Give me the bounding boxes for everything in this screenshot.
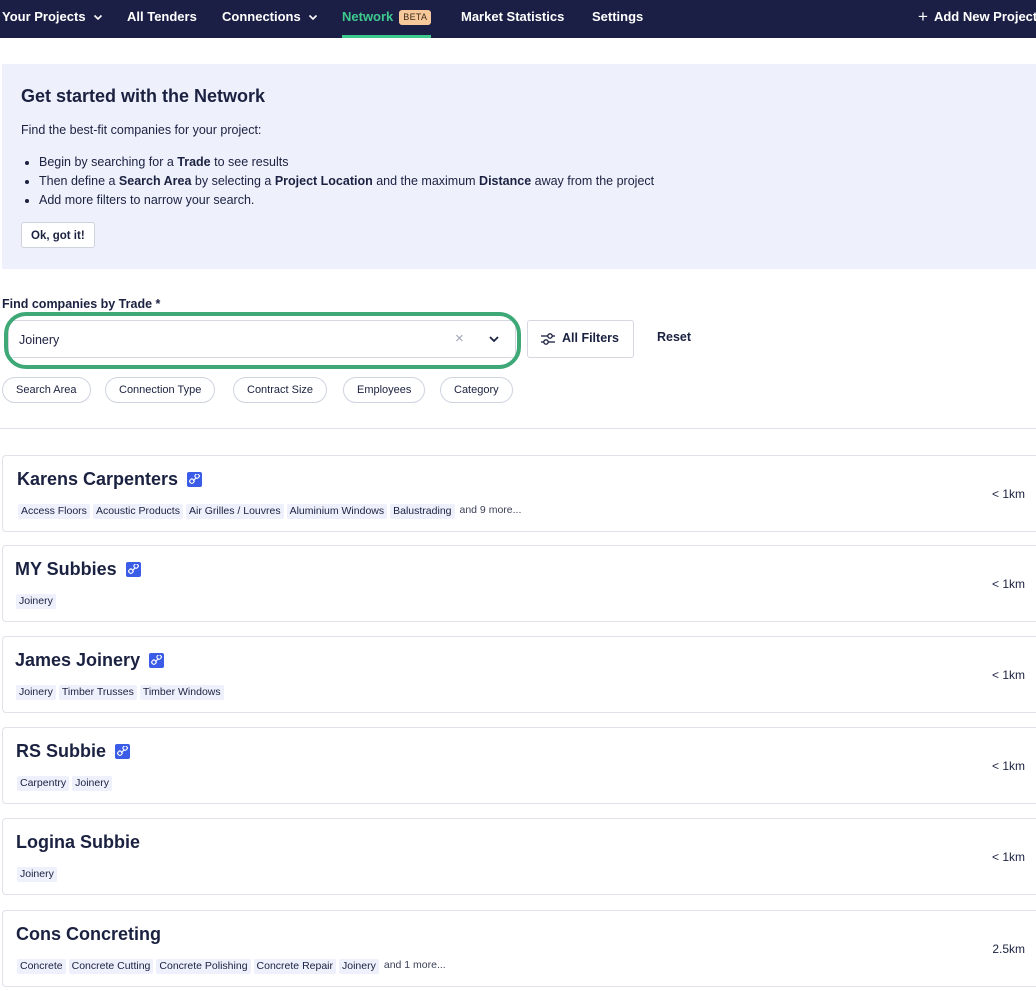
trade-tag: Joinery (72, 776, 112, 791)
result-card[interactable]: Karens Carpenters Access Floors Acoustic P… (2, 455, 1036, 532)
distance: < 1km (991, 487, 1025, 501)
trade-tag: Concrete (17, 959, 66, 974)
result-card[interactable]: Logina Subbie Joinery < 1km (2, 818, 1036, 895)
distance: < 1km (991, 759, 1025, 773)
trade-tags: Joinery (16, 594, 59, 609)
all-filters-label: All Filters (562, 331, 619, 345)
trade-tag: Air Grilles / Louvres (185, 504, 284, 519)
trade-search-label: Find companies by Trade * (2, 297, 161, 311)
getting-started-panel: Get started with the Network Find the be… (2, 64, 1036, 269)
filter-chip-category[interactable]: Category (440, 377, 513, 403)
panel-title: Get started with the Network (21, 86, 266, 106)
trade-tags: Access Floors Acoustic Products Air Grille… (18, 504, 521, 519)
connected-link-icon (187, 472, 202, 487)
nav-your-projects-label: Your Projects (2, 9, 86, 24)
company-name[interactable]: MY Subbies (15, 559, 117, 580)
trade-tag: Concrete Repair (253, 959, 336, 974)
connected-link-icon (126, 562, 141, 577)
filter-chip-connection-type[interactable]: Connection Type (105, 377, 216, 403)
company-name[interactable]: RS Subbie (16, 741, 106, 762)
trade-tags: Joinery (17, 867, 60, 882)
panel-steps: Begin by searching for a Trade to see re… (21, 153, 654, 210)
company-name[interactable]: James Joinery (15, 650, 140, 671)
company-name[interactable]: Logina Subbie (16, 832, 140, 853)
trade-tag: Timber Trusses (58, 685, 137, 700)
trade-tags: Joinery Timber Trusses Timber Windows (16, 685, 227, 700)
top-nav: Your Projects All Tenders Connections Ne… (0, 0, 1036, 38)
nav-connections[interactable]: Connections (222, 0, 318, 35)
divider (0, 428, 1036, 429)
chevron-down-icon[interactable] (488, 333, 500, 345)
chevron-down-icon (309, 14, 318, 21)
nav-market-statistics[interactable]: Market Statistics (461, 0, 564, 35)
add-new-project-label: Add New Project (933, 9, 1036, 24)
connected-link-icon (115, 744, 130, 759)
reset-button[interactable]: Reset (657, 330, 691, 344)
distance: < 1km (991, 850, 1025, 864)
trade-tag: Joinery (16, 594, 56, 609)
distance: < 1km (991, 668, 1025, 682)
sliders-icon (541, 333, 555, 345)
trade-select[interactable]: × (8, 320, 516, 358)
distance: 2.5km (992, 942, 1025, 956)
filter-chip-contract-size[interactable]: Contract Size (233, 377, 328, 403)
trade-tag: Concrete Polishing (156, 959, 251, 974)
result-card[interactable]: James Joinery Joinery Timber Trusses Timber… (2, 636, 1036, 713)
nav-your-projects[interactable]: Your Projects (2, 0, 103, 35)
step-1: Begin by searching for a Trade to see re… (39, 153, 654, 172)
trade-tag: Joinery (17, 867, 57, 882)
trade-tags: Concrete Concrete Cutting Concrete Polishi… (17, 959, 446, 974)
trade-tag: Concrete Cutting (68, 959, 154, 974)
trade-tags: Carpentry Joinery (17, 776, 115, 791)
result-card[interactable]: Cons Concreting Concrete Concrete Cutting C… (2, 910, 1036, 987)
beta-badge: BETA (399, 10, 432, 25)
company-name[interactable]: Cons Concreting (16, 924, 161, 945)
trade-tag: Joinery (16, 685, 56, 700)
connected-link-icon (149, 653, 164, 668)
panel-lead: Find the best-fit companies for your pro… (21, 123, 262, 137)
filter-chip-employees[interactable]: Employees (343, 377, 426, 403)
plus-icon: + (918, 7, 928, 26)
nav-network[interactable]: Network BETA (342, 0, 432, 38)
result-card[interactable]: MY Subbies Joinery < 1km (2, 545, 1036, 622)
trade-tag: Balustrading (390, 504, 455, 519)
nav-settings[interactable]: Settings (592, 0, 643, 35)
trade-tag: Carpentry (17, 776, 70, 791)
trade-tag: Joinery (339, 959, 379, 974)
result-card[interactable]: RS Subbie Carpentry Joinery < 1km (2, 727, 1036, 804)
clear-icon[interactable]: × (455, 330, 464, 348)
nav-network-label: Network (342, 9, 394, 24)
all-filters-button[interactable]: All Filters (527, 320, 634, 358)
trade-tag: Aluminium Windows (286, 504, 388, 519)
chevron-down-icon (94, 14, 103, 21)
more-tags-link[interactable]: and 9 more... (460, 504, 522, 516)
trade-tag: Timber Windows (139, 685, 224, 700)
more-tags-link[interactable]: and 1 more... (384, 959, 446, 971)
trade-tag: Acoustic Products (92, 504, 183, 519)
nav-all-tenders[interactable]: All Tenders (127, 0, 197, 35)
add-new-project-button[interactable]: + Add New Project (918, 0, 1036, 35)
step-2: Then define a Search Area by selecting a… (39, 172, 654, 191)
company-name[interactable]: Karens Carpenters (17, 469, 178, 490)
step-3: Add more filters to narrow your search. (39, 191, 654, 210)
trade-tag: Access Floors (18, 504, 90, 519)
distance: < 1km (991, 577, 1025, 591)
nav-connections-label: Connections (222, 9, 301, 24)
filter-chip-search-area[interactable]: Search Area (2, 377, 91, 403)
ok-got-it-button[interactable]: Ok, got it! (21, 222, 95, 248)
trade-search-input[interactable] (17, 329, 441, 351)
